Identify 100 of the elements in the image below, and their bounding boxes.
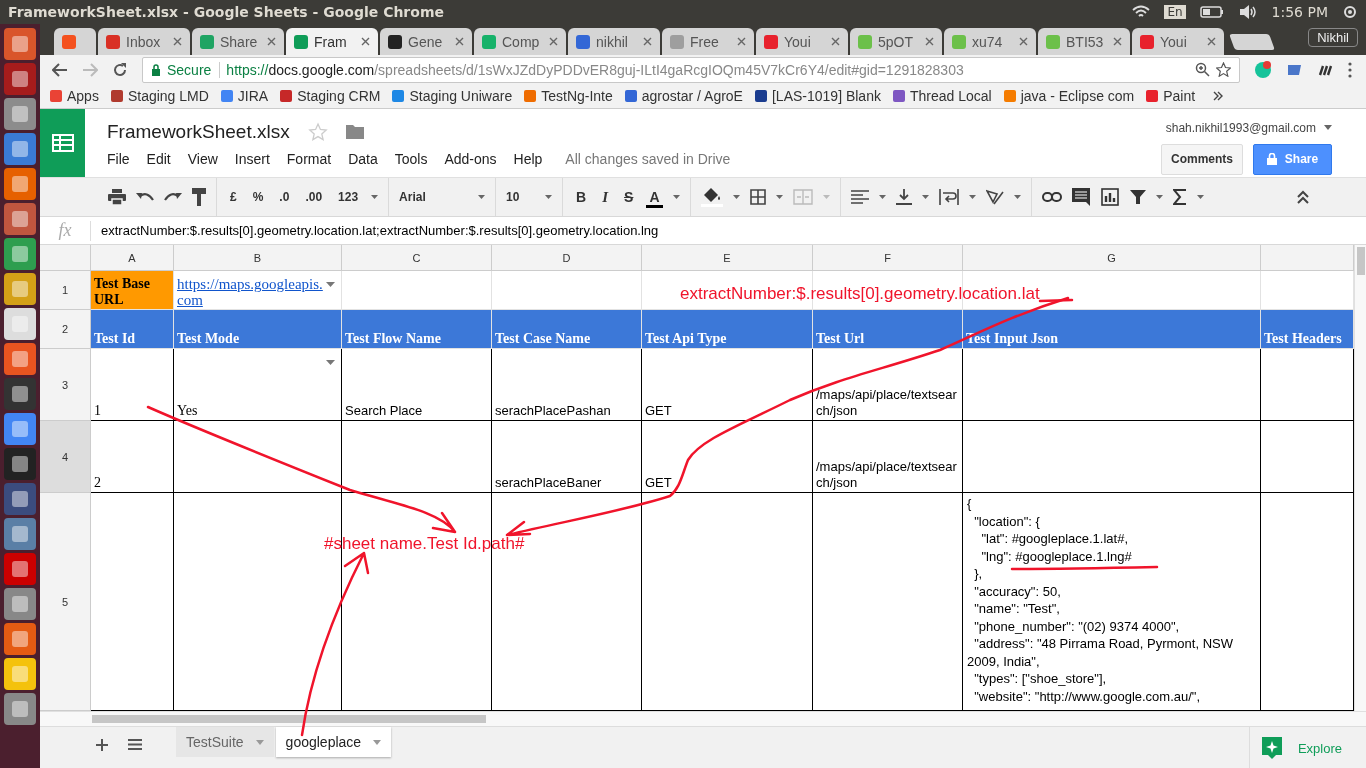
close-icon[interactable] [267,37,276,47]
number-format-button[interactable]: % [249,188,267,207]
sheets-logo-icon[interactable] [40,108,85,178]
app-icon[interactable] [4,378,36,410]
bookmark[interactable]: Paint [1146,88,1196,105]
close-icon[interactable] [455,37,464,47]
bookmark[interactable]: Staging Uniware [392,88,513,105]
close-icon[interactable] [831,37,840,47]
app-icon[interactable] [4,63,36,95]
close-icon[interactable] [643,37,652,47]
number-format-button[interactable]: .0 [276,188,293,207]
close-icon[interactable] [1207,37,1216,47]
account-email[interactable]: shah.nikhil1993@gmail.com [1165,120,1316,135]
dropdown-caret-icon[interactable] [326,360,335,366]
row-number[interactable]: 2 [40,310,91,350]
column-letter[interactable]: G [963,245,1261,272]
text-style-button[interactable]: A [646,186,663,208]
row-number[interactable]: 5 [40,493,91,712]
text-style-button[interactable]: S [621,187,637,208]
paint-roller-icon[interactable] [192,188,206,207]
filter-icon[interactable] [1129,189,1146,206]
bookmark[interactable]: JIRA [220,88,269,105]
bookmark[interactable]: Apps [50,88,99,105]
app-icon[interactable] [4,203,36,235]
close-icon[interactable] [1019,37,1028,47]
column-letter[interactable]: E [642,245,813,272]
star-icon[interactable] [1216,62,1231,78]
sheet-tab[interactable]: googleplace [275,727,392,757]
menu-item[interactable]: Data [348,150,378,167]
close-icon[interactable] [1113,37,1122,47]
empty-cell[interactable] [963,421,1261,494]
column-letter[interactable]: B [174,245,342,272]
text-wrap-icon[interactable] [938,189,959,206]
borders-icon[interactable] [749,189,766,206]
bookmark[interactable]: Thread Local [892,88,992,105]
print-icon[interactable] [108,189,126,206]
app-icon[interactable] [4,518,36,550]
link-icon[interactable] [1041,192,1062,203]
column-letter[interactable]: D [492,245,642,272]
caret-icon[interactable] [968,195,976,200]
empty-cell[interactable] [963,349,1261,422]
bookmark[interactable]: Staging CRM [280,88,381,105]
document-title[interactable]: FrameworkSheet.xlsx [107,120,290,143]
browser-tab[interactable]: Inbox [98,28,190,56]
sum-icon[interactable] [1172,189,1187,206]
font-size-dropdown[interactable]: 10 [506,190,553,205]
cell-link[interactable]: https://maps.googleapis.com [177,276,338,309]
caret-icon[interactable] [1196,195,1204,200]
empty-cell[interactable] [342,421,492,494]
font-dropdown[interactable]: Arial [399,190,486,205]
bookmark[interactable]: agrostar / AgroE [624,88,743,105]
number-format-button[interactable]: 123 [335,188,362,207]
menu-item[interactable]: File [107,150,130,167]
fill-color-icon[interactable] [700,187,723,208]
vertical-align-icon[interactable] [895,189,912,206]
browser-tab[interactable]: Comp [474,28,566,56]
caret-icon[interactable] [878,195,886,200]
caret-icon[interactable] [732,195,740,200]
number-format-button[interactable]: £ [227,188,240,207]
number-format-button[interactable]: .00 [302,188,326,207]
app-icon[interactable] [4,483,36,515]
caret-icon[interactable] [1013,195,1021,200]
folder-icon[interactable] [345,124,364,140]
corner-cell[interactable] [40,245,91,272]
battery-icon[interactable] [1199,6,1224,18]
empty-cell[interactable] [174,421,342,494]
caret-icon[interactable] [775,195,783,200]
close-icon[interactable] [925,37,934,47]
align-left-icon[interactable] [850,190,869,205]
text-style-button[interactable]: I [599,186,612,208]
bookmark[interactable]: TestNg-Inte [524,88,613,105]
text-style-button[interactable]: B [573,187,590,208]
column-letter[interactable]: C [342,245,492,272]
reload-icon[interactable] [112,61,128,78]
menu-item[interactable]: Insert [234,150,270,167]
zoom-icon[interactable] [1195,62,1210,78]
more-bookmarks-icon[interactable] [1213,91,1224,102]
menu-item[interactable]: View [187,150,218,167]
caret-icon[interactable] [921,195,929,200]
column-letter[interactable]: A [91,245,174,272]
profile-button[interactable]: Nikhil [1308,28,1358,47]
row-number[interactable]: 3 [40,349,91,422]
bookmark[interactable]: Staging LMD [110,88,209,105]
menu-item[interactable]: Add-ons [444,150,497,167]
row-number[interactable]: 1 [40,271,91,311]
bookmark[interactable]: [LAS-1019] Blank [754,88,881,105]
keyboard-indicator[interactable]: En [1164,5,1186,19]
text-rotation-icon[interactable] [985,189,1004,206]
menu-item[interactable]: Tools [394,150,428,167]
browser-tab[interactable]: Gene [380,28,472,56]
caret-icon[interactable] [1324,125,1332,131]
menu-item[interactable]: Edit [146,150,171,167]
collapse-icon[interactable] [1296,190,1310,205]
close-icon[interactable] [173,37,182,47]
column-letter[interactable]: F [813,245,963,272]
power-icon[interactable] [1342,4,1358,20]
wifi-icon[interactable] [1132,5,1151,19]
caret-icon[interactable] [371,195,379,200]
scrollbar-thumb[interactable] [1357,247,1365,276]
bookmark[interactable]: java - Eclipse com [1003,88,1135,105]
